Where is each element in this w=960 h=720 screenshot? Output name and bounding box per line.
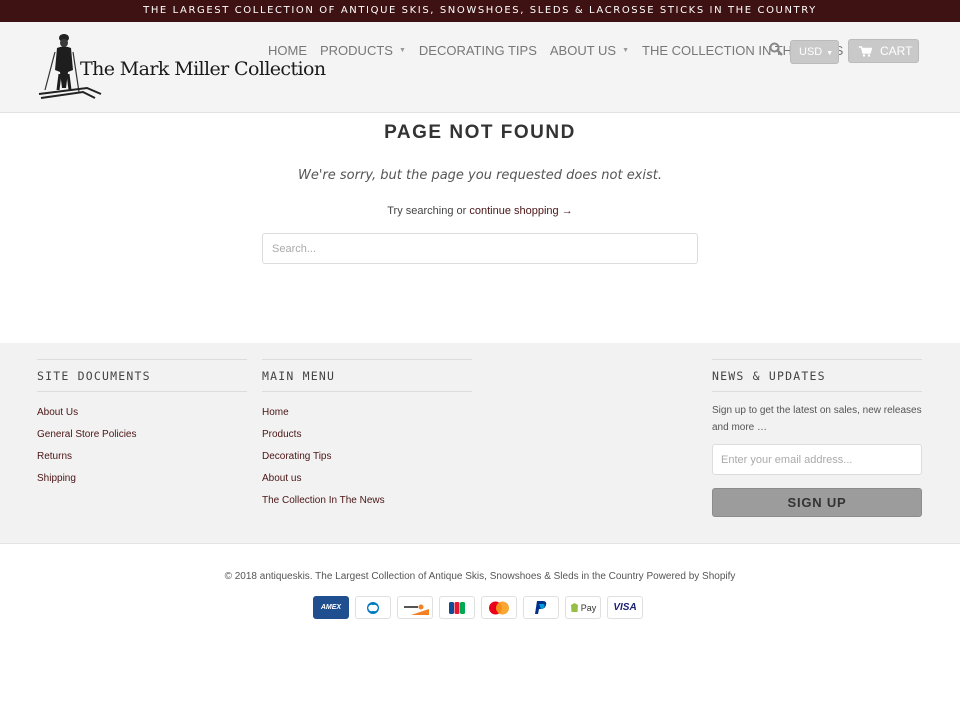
nav-item-decorating-tips[interactable]: DECORATING TIPS — [419, 43, 537, 58]
footer-link-decorating-tips[interactable]: Decorating Tips — [262, 450, 472, 463]
footer-link-returns[interactable]: Returns — [37, 450, 247, 463]
shopify-pay-label: Pay — [580, 602, 597, 613]
amex-icon: AMEX — [313, 596, 349, 619]
page-title: PAGE NOT FOUND — [384, 122, 576, 143]
shopify-pay-icon: Pay — [565, 596, 601, 619]
nav-label: ABOUT US — [549, 43, 617, 58]
visa-label: VISA — [613, 602, 637, 613]
footer-link-collection-news[interactable]: The Collection In The News — [262, 494, 472, 507]
amex-label: AMEX — [320, 604, 342, 611]
cart-label: CART — [880, 44, 913, 58]
footer-link-about-us[interactable]: About Us — [37, 406, 247, 419]
diners-club-icon — [355, 596, 391, 619]
footer-heading: MAIN MENU — [262, 360, 472, 392]
footer-link-store-policies[interactable]: General Store Policies — [37, 428, 247, 441]
nav-item-home[interactable]: HOME — [268, 43, 307, 58]
mastercard-icon — [481, 596, 517, 619]
footer-link-shipping[interactable]: Shipping — [37, 472, 247, 485]
site-footer: SITE DOCUMENTS About Us General Store Po… — [0, 343, 960, 544]
newsletter-text: Sign up to get the latest on sales, new … — [712, 405, 922, 433]
nav-item-about-us[interactable]: ABOUT US ▼ — [550, 43, 629, 58]
jcb-icon — [439, 596, 475, 619]
logo-text: The Mark Miller Collection — [80, 58, 326, 80]
footer-main-menu: MAIN MENU Home Products Decorating Tips … — [262, 359, 472, 516]
currency-value: USD — [799, 46, 823, 58]
try-searching-text: Try searching or continue shopping → — [0, 205, 960, 217]
currency-select[interactable]: USD ▼ — [790, 40, 839, 64]
announcement-text: THE LARGEST COLLECTION OF ANTIQUE SKIS, … — [143, 5, 817, 16]
footer-newsletter: NEWS & UPDATES Sign up to get the latest… — [712, 359, 922, 517]
try-prefix: Try searching or — [387, 205, 467, 217]
footer-heading: SITE DOCUMENTS — [37, 360, 247, 392]
cart-icon — [859, 45, 872, 57]
footer-link-about[interactable]: About us — [262, 472, 472, 485]
nav-item-products[interactable]: PRODUCTS ▼ — [320, 43, 406, 58]
nav-label: HOME — [268, 43, 307, 58]
footer-link-home[interactable]: Home — [262, 406, 472, 419]
site-logo[interactable]: The Mark Miller Collection — [37, 32, 326, 104]
copyright-text: © 2018 antiqueskis. The Largest Collecti… — [224, 571, 736, 582]
footer-link-products[interactable]: Products — [262, 428, 472, 441]
site-header: The Mark Miller Collection HOME PRODUCTS… — [0, 22, 960, 113]
footer-heading: NEWS & UPDATES — [712, 360, 922, 392]
sign-up-button[interactable]: SIGN UP — [712, 488, 922, 517]
caret-down-icon: ▼ — [826, 50, 834, 57]
search-input[interactable] — [262, 233, 698, 264]
cart-button[interactable]: CART — [848, 39, 919, 63]
caret-down-icon: ▼ — [622, 47, 630, 54]
nav-label: PRODUCTS — [320, 43, 393, 58]
paypal-icon — [523, 596, 559, 619]
not-found-message: We're sorry, but the page you requested … — [298, 168, 662, 183]
payment-icons: AMEX Pay VISA — [313, 596, 643, 619]
search-icon[interactable] — [769, 42, 783, 56]
nav-label: DECORATING TIPS — [418, 43, 537, 58]
discover-icon — [397, 596, 433, 619]
email-field[interactable] — [712, 444, 922, 475]
caret-down-icon: ▼ — [398, 47, 406, 54]
continue-shopping-link[interactable]: continue shopping → — [469, 205, 572, 217]
visa-icon: VISA — [607, 596, 643, 619]
announcement-bar: THE LARGEST COLLECTION OF ANTIQUE SKIS, … — [0, 0, 960, 22]
footer-site-documents: SITE DOCUMENTS About Us General Store Po… — [37, 359, 247, 494]
